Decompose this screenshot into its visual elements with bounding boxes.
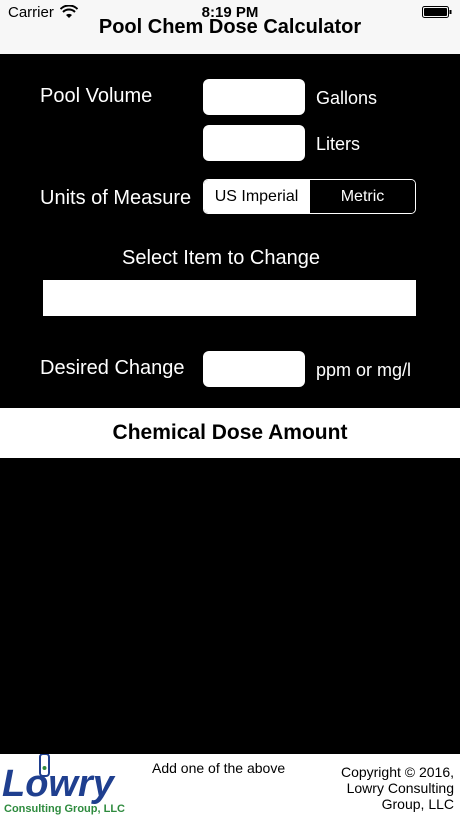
footer: Lowry Consulting Group, LLC Add one of t… [0,754,460,818]
liters-unit-label: Liters [316,134,361,154]
logo-wordmark: Lowry [2,763,116,805]
gallons-unit-label: Gallons [316,88,378,108]
navigation-bar: Carrier 8:19 PM Pool Chem Dose Calculato… [0,0,460,54]
lowry-logo: Lowry Consulting Group, LLC [2,754,125,815]
desired-change-input[interactable] [203,351,305,387]
page-title: Pool Chem Dose Calculator [98,16,362,38]
desired-change-label: Desired Change [40,357,185,379]
logo-subtext: Consulting Group, LLC [4,803,125,815]
pool-volume-label: Pool Volume [40,85,153,107]
select-item-label: Select Item to Change [122,247,320,269]
units-segmented-control[interactable]: US Imperial Metric [203,179,416,214]
copyright-text: Copyright © 2016, Lowry Consulting Group… [340,764,454,812]
gallons-input[interactable] [203,79,305,115]
select-item-input[interactable] [43,280,416,316]
liters-input[interactable] [203,125,305,161]
segment-us-imperial[interactable]: US Imperial [204,180,309,213]
units-of-measure-label: Units of Measure [40,187,192,209]
desired-change-unit-label: ppm or mg/l [316,360,412,380]
hint-text: Add one of the above [152,760,286,776]
segment-metric[interactable]: Metric [309,180,415,213]
chemical-dose-header: Chemical Dose Amount [0,408,460,458]
